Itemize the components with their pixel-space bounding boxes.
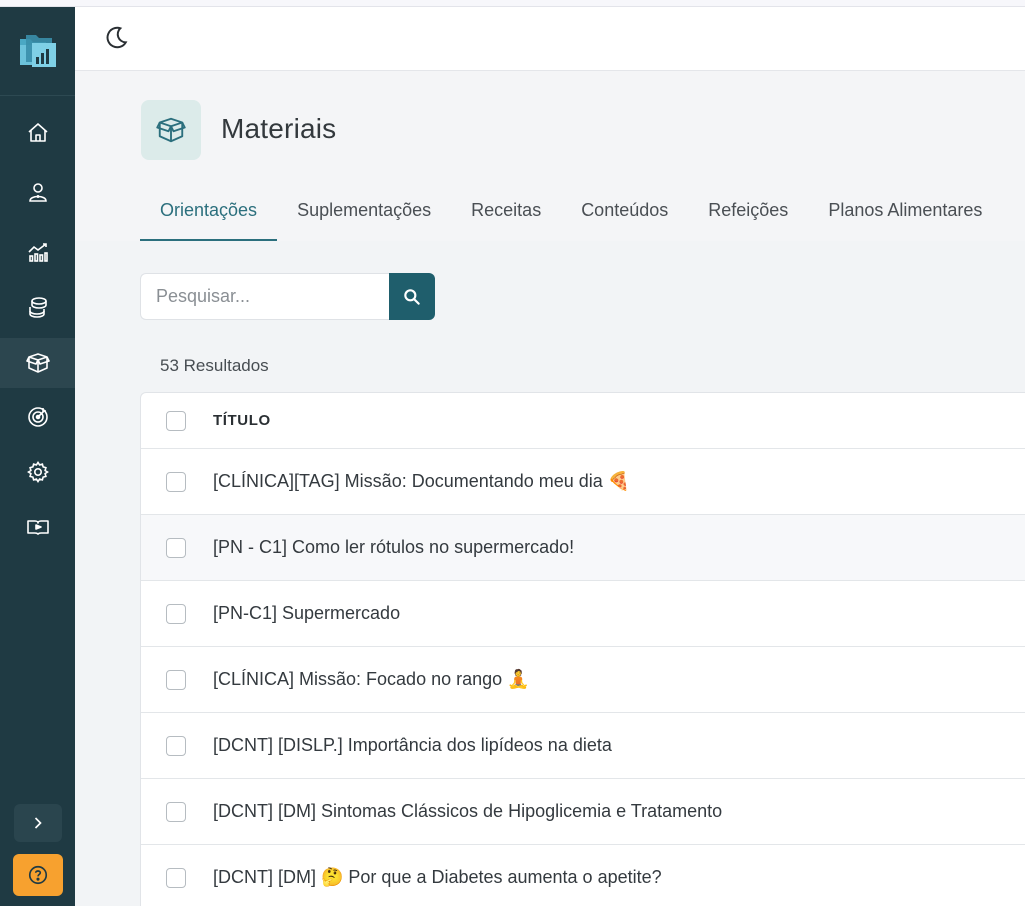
table-row[interactable]: [PN - C1] Como ler rótulos no supermerca… bbox=[141, 515, 1025, 581]
sidebar-item-settings[interactable] bbox=[0, 447, 75, 497]
tab-receitas[interactable]: Receitas bbox=[451, 186, 561, 241]
column-header-title: TÍTULO bbox=[213, 412, 271, 429]
moon-icon[interactable] bbox=[103, 25, 129, 51]
sidebar-item-finance[interactable] bbox=[0, 282, 75, 332]
search-button[interactable] bbox=[389, 273, 435, 320]
tab-refeicoes[interactable]: Refeições bbox=[688, 186, 808, 241]
row-checkbox[interactable] bbox=[166, 867, 186, 888]
sidebar-item-goals[interactable] bbox=[0, 392, 75, 442]
chevron-right-icon bbox=[34, 817, 42, 829]
row-title: [DCNT] [DISLP.] Importância dos lipídeos… bbox=[213, 735, 612, 755]
results-count: 53 Resultados bbox=[160, 356, 269, 375]
row-title: [CLÍNICA][TAG] Missão: Documentando meu … bbox=[213, 471, 631, 491]
table-row[interactable]: [PN-C1] Supermercado bbox=[141, 581, 1025, 647]
row-title: [PN - C1] Como ler rótulos no supermerca… bbox=[213, 537, 575, 557]
tab-planos-alimentares[interactable]: Planos Alimentares bbox=[808, 186, 1002, 241]
tab-bar: Orientações Suplementações Receitas Cont… bbox=[140, 186, 1002, 241]
row-title: [PN-C1] Supermercado bbox=[213, 603, 401, 623]
page-title-icon bbox=[141, 100, 201, 160]
help-button[interactable] bbox=[13, 854, 63, 896]
chart-icon bbox=[27, 243, 48, 262]
user-icon bbox=[28, 183, 47, 202]
question-circle-icon bbox=[28, 865, 48, 885]
page-title: Materiais bbox=[221, 113, 337, 144]
tab-orientacoes[interactable]: Orientações bbox=[140, 186, 278, 241]
coins-icon bbox=[28, 297, 47, 318]
table-row[interactable]: [CLÍNICA][TAG] Missão: Documentando meu … bbox=[141, 449, 1025, 515]
sidebar-item-materials[interactable] bbox=[0, 338, 75, 388]
window-top-strip bbox=[0, 0, 1025, 7]
select-all-checkbox[interactable] bbox=[166, 410, 186, 431]
table-row[interactable]: [DCNT] [DISLP.] Importância dos lipídeos… bbox=[141, 713, 1025, 779]
gear-icon bbox=[26, 461, 49, 483]
table-row[interactable]: [CLÍNICA] Missão: Focado no rango 🧘 bbox=[141, 647, 1025, 713]
sidebar-item-analytics[interactable] bbox=[0, 227, 75, 277]
sidebar-item-tutorials[interactable] bbox=[0, 502, 75, 552]
sidebar-divider bbox=[0, 95, 75, 96]
page-header: Materiais Orientações Suplementações Rec… bbox=[75, 71, 1025, 241]
home-icon bbox=[27, 123, 48, 142]
row-checkbox[interactable] bbox=[166, 735, 186, 756]
video-book-icon bbox=[26, 520, 49, 535]
main-content: 53 Resultados TÍTULO [CLÍNICA][TAG] Miss… bbox=[75, 241, 1025, 906]
row-checkbox[interactable] bbox=[166, 669, 186, 690]
box-icon bbox=[25, 353, 50, 373]
sidebar-item-home[interactable] bbox=[0, 108, 75, 158]
row-title: [DCNT] [DM] 🤔 Por que a Diabetes aumenta… bbox=[213, 867, 662, 887]
tab-suplementacoes[interactable]: Suplementações bbox=[277, 186, 451, 241]
row-checkbox[interactable] bbox=[166, 471, 186, 492]
row-checkbox[interactable] bbox=[166, 801, 186, 822]
row-title: [DCNT] [DM] Sintomas Clássicos de Hipogl… bbox=[213, 801, 723, 821]
search-input[interactable] bbox=[140, 273, 390, 320]
target-icon bbox=[27, 407, 48, 427]
table-row[interactable]: [DCNT] [DM] Sintomas Clássicos de Hipogl… bbox=[141, 779, 1025, 845]
sidebar bbox=[0, 7, 75, 906]
sidebar-expand-button[interactable] bbox=[14, 804, 62, 842]
search-icon bbox=[404, 288, 420, 305]
row-checkbox[interactable] bbox=[166, 603, 186, 624]
app-logo-icon[interactable] bbox=[18, 31, 58, 69]
row-checkbox[interactable] bbox=[166, 537, 186, 558]
sidebar-item-patients[interactable] bbox=[0, 167, 75, 217]
top-bar bbox=[75, 7, 1025, 71]
box-icon bbox=[156, 117, 186, 143]
table-row[interactable]: [DCNT] [DM] 🤔 Por que a Diabetes aumenta… bbox=[141, 845, 1025, 906]
materials-table: TÍTULO [CLÍNICA][TAG] Missão: Documentan… bbox=[140, 392, 1025, 906]
tab-conteudos[interactable]: Conteúdos bbox=[561, 186, 688, 241]
row-title: [CLÍNICA] Missão: Focado no rango 🧘 bbox=[213, 669, 530, 689]
table-header-row: TÍTULO bbox=[141, 393, 1025, 449]
